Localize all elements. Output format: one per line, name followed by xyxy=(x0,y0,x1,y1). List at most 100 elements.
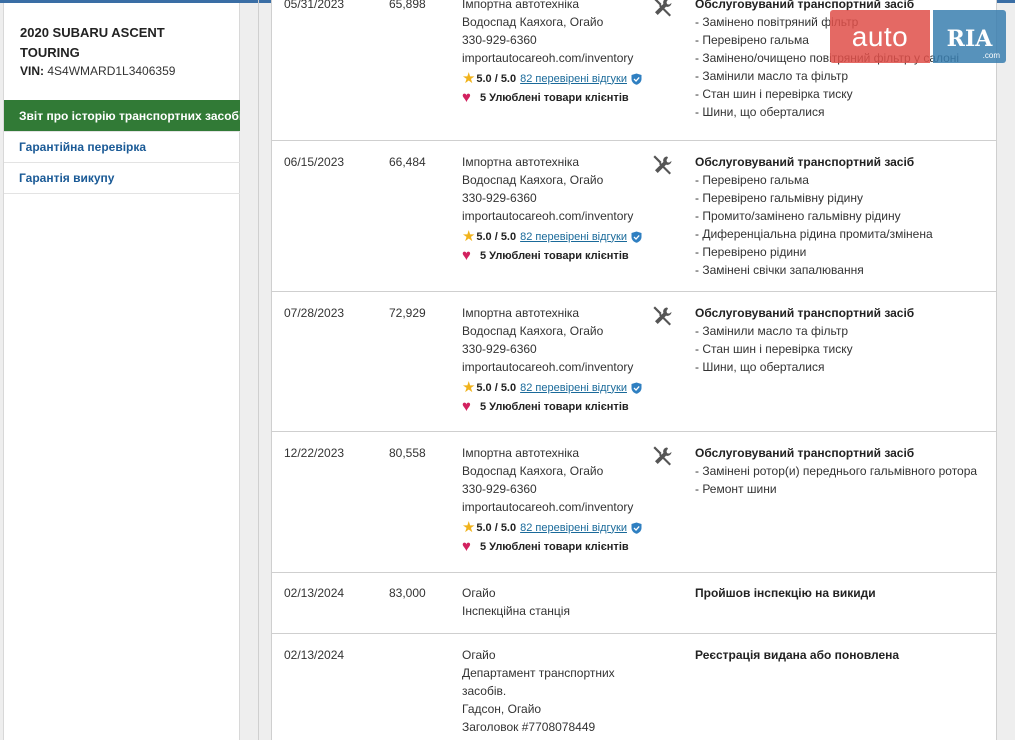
wrench-screwdriver-icon xyxy=(652,154,674,176)
rating-value: 5.0 / 5.0 xyxy=(476,381,517,394)
detail-item: - Перевірено гальмівну рідину xyxy=(695,191,863,205)
heart-icon: ♥ xyxy=(462,397,471,415)
record-mileage: 72,929 xyxy=(389,306,426,320)
rating-line: ★ 5.0 / 5.0 82 перевірені відгуки xyxy=(462,518,642,537)
record-date: 02/13/2024 xyxy=(284,648,345,662)
source-line: Імпортна автотехніка xyxy=(462,446,580,460)
source-line: Огайо xyxy=(462,648,496,662)
source-line: Водоспад Каяхога, Огайо xyxy=(462,15,604,29)
record-date: 06/15/2023 xyxy=(284,155,345,169)
rating-value: 5.0 / 5.0 xyxy=(476,72,517,85)
favorites-line: ♥ 5 Улюблені товари клієнтів xyxy=(462,246,642,265)
star-icon: ★ xyxy=(462,227,476,245)
detail-item: - Замінили масло та фільтр xyxy=(695,69,848,83)
sidebar-nav: Звіт про історію транспортних засобів Га… xyxy=(4,100,240,194)
source-line: Департамент транспортних засобів. xyxy=(462,666,615,698)
record-details: Обслуговуваний транспортний засіб - Перев… xyxy=(695,153,995,279)
record-mileage: 83,000 xyxy=(389,586,426,600)
detail-item: - Замінені ротор(и) переднього гальмівно… xyxy=(695,464,978,478)
favorites-line: ♥ 5 Улюблені товари клієнтів xyxy=(462,397,642,416)
source-line: importautocareoh.com/inventory xyxy=(462,51,634,65)
nav-item-warranty-check[interactable]: Гарантійна перевірка xyxy=(4,132,240,163)
detail-heading: Обслуговуваний транспортний засіб xyxy=(695,155,915,169)
detail-heading: Пройшов інспекцію на викиди xyxy=(695,586,876,600)
verified-reviews-link[interactable]: 82 перевірені відгуки xyxy=(520,228,627,246)
heart-icon: ♥ xyxy=(462,246,471,264)
rating-line: ★ 5.0 / 5.0 82 перевірені відгуки xyxy=(462,227,642,246)
source-line: 330-929-6360 xyxy=(462,33,537,47)
vin-value: 4S4WMARD1L3406359 xyxy=(47,64,176,78)
detail-item: - Перевірено гальма xyxy=(695,173,809,187)
vehicle-title: 2020 SUBARU ASCENT TOURING xyxy=(20,25,165,60)
history-row: 07/28/2023 72,929 Імпортна автотехніка Водо… xyxy=(272,292,996,432)
favorites-text: 5 Улюблені товари клієнтів xyxy=(480,540,629,553)
detail-item: - Стан шин і перевірка тиску xyxy=(695,87,853,101)
source-line: Водоспад Каяхога, Огайо xyxy=(462,324,604,338)
rating-line: ★ 5.0 / 5.0 82 перевірені відгуки xyxy=(462,69,642,88)
source-line: Гадсон, Огайо xyxy=(462,702,542,716)
detail-heading: Реєстрація видана або поновлена xyxy=(695,648,900,662)
source-line: Огайо xyxy=(462,586,496,600)
heart-icon: ♥ xyxy=(462,88,471,106)
verified-reviews-link[interactable]: 82 перевірені відгуки xyxy=(520,379,627,397)
history-table: 05/31/2023 65,898 Імпортна автотехніка Водо… xyxy=(271,0,997,740)
nav-item-buyback-guarantee[interactable]: Гарантія викупу xyxy=(4,163,240,194)
record-date: 12/22/2023 xyxy=(284,446,345,460)
history-row: 06/15/2023 66,484 Імпортна автотехніка Водо… xyxy=(272,141,996,292)
source-line: Водоспад Каяхога, Огайо xyxy=(462,464,604,478)
record-details: Реєстрація видана або поновлена xyxy=(695,646,995,664)
verified-reviews-link[interactable]: 82 перевірені відгуки xyxy=(520,70,627,88)
history-row: 02/13/2024 83,000 Огайо Інспекційна станція… xyxy=(272,573,996,634)
sidebar: 2020 SUBARU ASCENT TOURING VIN: 4S4WMARD… xyxy=(3,3,240,740)
record-source: Огайо Департамент транспортних засобів. Га… xyxy=(462,646,642,736)
record-source: Імпортна автотехніка Водоспад Каяхога, Ог… xyxy=(462,304,642,416)
source-line: Імпортна автотехніка xyxy=(462,0,580,11)
record-details: Обслуговуваний транспортний засіб - Замін… xyxy=(695,304,995,376)
vin-line: VIN: 4S4WMARD1L3406359 xyxy=(20,64,175,78)
detail-item: - Ремонт шини xyxy=(695,482,777,496)
verified-shield-icon xyxy=(631,73,642,85)
favorites-line: ♥ 5 Улюблені товари клієнтів xyxy=(462,537,642,556)
record-source: Імпортна автотехніка Водоспад Каяхога, Ог… xyxy=(462,153,642,265)
source-line: 330-929-6360 xyxy=(462,342,537,356)
favorites-text: 5 Улюблені товари клієнтів xyxy=(480,400,629,413)
favorites-text: 5 Улюблені товари клієнтів xyxy=(480,249,629,262)
detail-item: - Шини, що оберталися xyxy=(695,360,825,374)
history-row: 02/13/2024 Огайо Департамент транспортних … xyxy=(272,634,996,740)
wrench-screwdriver-icon xyxy=(652,445,674,467)
source-line: importautocareoh.com/inventory xyxy=(462,500,634,514)
watermark-ria-logo: RIA .com xyxy=(933,10,1006,63)
rating-value: 5.0 / 5.0 xyxy=(476,521,517,534)
detail-heading: Обслуговуваний транспортний засіб xyxy=(695,306,915,320)
verified-shield-icon xyxy=(631,382,642,394)
detail-item: - Замінені свічки запалювання xyxy=(695,263,864,277)
autoria-watermark: auto RIA .com xyxy=(830,10,1006,63)
record-date: 07/28/2023 xyxy=(284,306,345,320)
record-mileage: 66,484 xyxy=(389,155,426,169)
source-line: 330-929-6360 xyxy=(462,482,537,496)
detail-item: - Перевірено рідини xyxy=(695,245,807,259)
record-date: 05/31/2023 xyxy=(284,0,345,11)
verified-reviews-link[interactable]: 82 перевірені відгуки xyxy=(520,519,627,537)
record-source: Огайо Інспекційна станція xyxy=(462,584,642,620)
wrench-screwdriver-icon xyxy=(652,0,674,18)
rating-value: 5.0 / 5.0 xyxy=(476,230,517,243)
watermark-auto-text: auto xyxy=(830,10,930,63)
source-line: Імпортна автотехніка xyxy=(462,155,580,169)
record-mileage: 65,898 xyxy=(389,0,426,11)
detail-item: - Стан шин і перевірка тиску xyxy=(695,342,853,356)
watermark-ria-text: RIA xyxy=(946,26,993,52)
nav-item-history-report[interactable]: Звіт про історію транспортних засобів xyxy=(4,100,240,132)
content-gutter xyxy=(258,0,259,740)
record-source: Імпортна автотехніка Водоспад Каяхога, Ог… xyxy=(462,0,642,107)
star-icon: ★ xyxy=(462,69,476,87)
source-line: Інспекційна станція xyxy=(462,604,570,618)
watermark-com-text: .com xyxy=(982,51,1000,60)
source-line: 330-929-6360 xyxy=(462,191,537,205)
verified-shield-icon xyxy=(631,231,642,243)
source-line: importautocareoh.com/inventory xyxy=(462,360,634,374)
record-details: Пройшов інспекцію на викиди xyxy=(695,584,995,602)
record-date: 02/13/2024 xyxy=(284,586,345,600)
star-icon: ★ xyxy=(462,518,476,536)
detail-heading: Обслуговуваний транспортний засіб xyxy=(695,446,915,460)
